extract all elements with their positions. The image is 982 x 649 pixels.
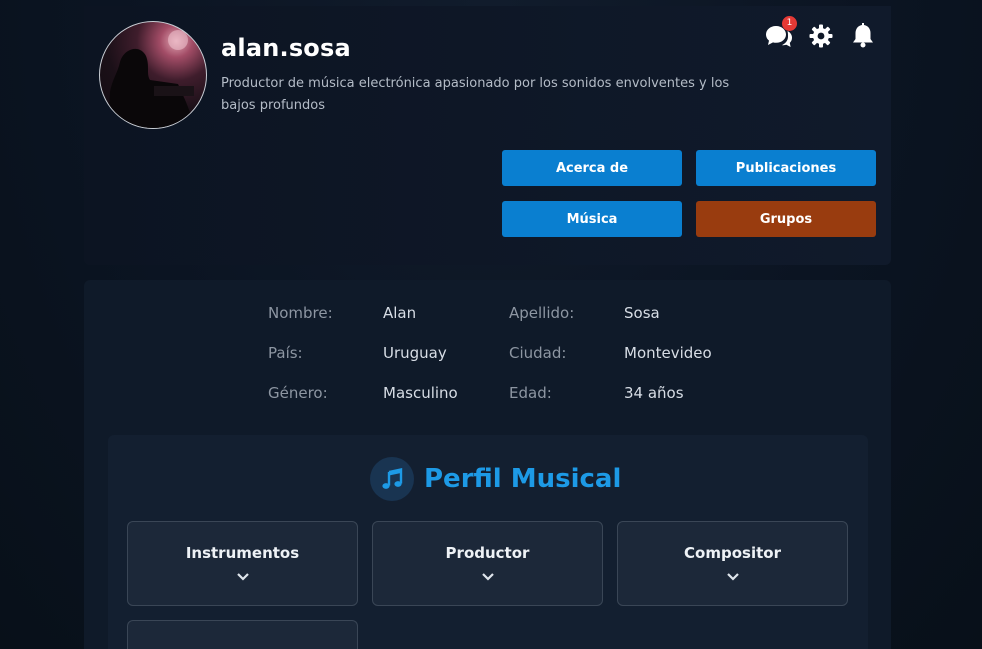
last-name-label: Apellido:	[509, 304, 575, 322]
music-profile-title: Perfil Musical	[424, 464, 622, 494]
country-value: Uruguay	[383, 344, 447, 362]
gender-value: Masculino	[383, 384, 458, 402]
chevron-down-icon	[236, 573, 249, 581]
city-value: Montevideo	[624, 344, 712, 362]
chevron-down-icon	[481, 573, 494, 581]
music-profile-section: Perfil Musical Instrumentos Productor Co…	[108, 435, 868, 649]
music-button[interactable]: Música	[502, 201, 682, 237]
notification-badge: 1	[782, 16, 797, 31]
composer-tile[interactable]: Compositor	[617, 521, 848, 606]
tile-label: Instrumentos	[185, 544, 300, 562]
chevron-down-icon	[726, 573, 739, 581]
profile-bio: Productor de música electrónica apasiona…	[221, 76, 730, 113]
posts-button[interactable]: Publicaciones	[696, 150, 876, 186]
city-label: Ciudad:	[509, 344, 567, 362]
avatar[interactable]	[99, 21, 207, 129]
about-button[interactable]: Acerca de	[502, 150, 682, 186]
username: alan.sosa	[221, 34, 351, 62]
gender-label: Género:	[268, 384, 328, 402]
instruments-tile[interactable]: Instrumentos	[127, 521, 358, 606]
tile-label: Compositor	[684, 544, 781, 562]
avatar-photo	[108, 30, 196, 128]
first-name-label: Nombre:	[268, 304, 333, 322]
additional-tile[interactable]	[127, 620, 358, 649]
bell-icon[interactable]	[849, 22, 877, 50]
first-name-value: Alan	[383, 304, 417, 322]
header-icons: 1	[765, 16, 877, 50]
info-row: Nombre: Alan Apellido: Sosa	[268, 304, 728, 324]
profile-header: alan.sosa Productor de música electrónic…	[84, 6, 891, 265]
tile-label: Productor	[445, 544, 530, 562]
age-value: 34 años	[624, 384, 684, 402]
gear-icon[interactable]	[807, 22, 835, 50]
age-label: Edad:	[509, 384, 552, 402]
info-row: País: Uruguay Ciudad: Montevideo	[268, 344, 728, 364]
profile-details-card: Nombre: Alan Apellido: Sosa País: Urugua…	[84, 280, 891, 649]
chat-bubbles-icon[interactable]: 1	[765, 16, 797, 50]
music-note-icon	[370, 457, 414, 501]
last-name-value: Sosa	[624, 304, 660, 322]
producer-tile[interactable]: Productor	[372, 521, 603, 606]
music-profile-heading: Perfil Musical	[370, 457, 621, 501]
groups-button[interactable]: Grupos	[696, 201, 876, 237]
info-row: Género: Masculino Edad: 34 años	[268, 384, 728, 404]
country-label: País:	[268, 344, 303, 362]
